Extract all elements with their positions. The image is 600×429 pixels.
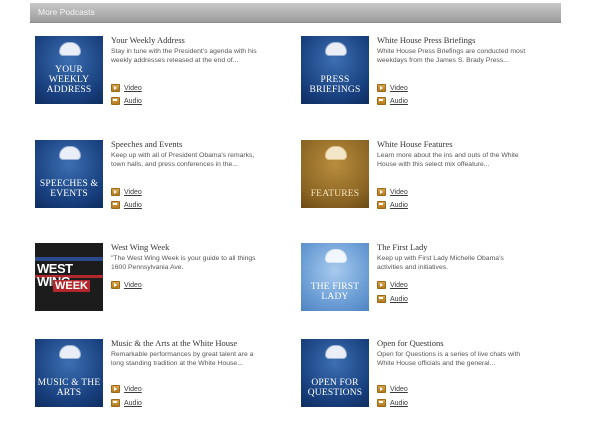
podcast-description: Remarkable performances by great talent … — [111, 351, 254, 367]
podcast-title[interactable]: White House Features — [377, 139, 453, 149]
video-icon — [111, 281, 120, 289]
thumbnail-sublabel: WEEK — [53, 280, 90, 292]
white-house-seal-icon — [59, 146, 81, 160]
weekly-address-thumbnail[interactable]: YOUR WEEKLY ADDRESS — [35, 36, 103, 104]
audio-link[interactable]: Audio — [377, 97, 408, 105]
audio-link-label: Audio — [390, 399, 408, 407]
podcast-description: White House Press Briefings are conducte… — [377, 48, 526, 64]
audio-link[interactable]: Audio — [111, 201, 142, 209]
audio-icon — [111, 399, 120, 407]
video-link-label: Video — [124, 281, 142, 289]
podcast-item-west-wing-week: WEST WING WEEK West Wing Week "The West … — [35, 242, 265, 333]
white-house-seal-icon — [325, 146, 347, 160]
podcast-item-press-briefings: PRESS BRIEFINGS White House Press Briefi… — [301, 35, 531, 126]
podcast-title[interactable]: White House Press Briefings — [377, 35, 475, 45]
video-link[interactable]: Video — [377, 188, 408, 196]
music-arts-thumbnail[interactable]: MUSIC & THE ARTS — [35, 339, 103, 407]
audio-link-label: Audio — [390, 201, 408, 209]
audio-link-label: Audio — [124, 399, 142, 407]
west-wing-week-thumbnail[interactable]: WEST WING WEEK — [35, 243, 103, 311]
thumbnail-label: YOUR WEEKLY ADDRESS — [46, 65, 92, 95]
video-link[interactable]: Video — [377, 385, 408, 393]
thumbnail-label: OPEN FOR QUESTIONS — [307, 378, 363, 398]
podcast-title[interactable]: Speeches and Events — [111, 139, 182, 149]
audio-icon — [377, 295, 386, 303]
podcast-description: Open for Questions is a series of live c… — [377, 351, 521, 367]
audio-icon — [377, 201, 386, 209]
video-link-label: Video — [124, 385, 142, 393]
audio-link[interactable]: Audio — [111, 97, 142, 105]
audio-link-label: Audio — [390, 295, 408, 303]
audio-link[interactable]: Audio — [377, 295, 408, 303]
podcast-description: Keep up with all of President Obama's re… — [111, 152, 255, 168]
podcast-title[interactable]: The First Lady — [377, 242, 428, 252]
thumbnail-label: FEATURES — [310, 189, 360, 199]
white-house-seal-icon — [325, 249, 347, 263]
podcast-item-weekly-address: YOUR WEEKLY ADDRESS Your Weekly Address … — [35, 35, 265, 126]
press-briefings-thumbnail[interactable]: PRESS BRIEFINGS — [301, 36, 369, 104]
video-icon — [377, 281, 386, 289]
podcast-description: "The West Wing Week is your guide to all… — [111, 255, 256, 271]
thumbnail-label: PRESS BRIEFINGS — [309, 75, 361, 95]
video-link-label: Video — [390, 385, 408, 393]
more-podcasts-header: More Podcasts — [30, 3, 561, 23]
audio-icon — [111, 201, 120, 209]
audio-link-label: Audio — [390, 97, 408, 105]
video-icon — [111, 84, 120, 92]
audio-link[interactable]: Audio — [377, 201, 408, 209]
podcast-item-open-for-questions: OPEN FOR QUESTIONS Open for Questions Op… — [301, 338, 531, 429]
podcast-title[interactable]: Music & the Arts at the White House — [111, 338, 237, 348]
podcast-item-music-arts: MUSIC & THE ARTS Music & the Arts at the… — [35, 338, 265, 429]
header-title: More Podcasts — [38, 7, 95, 17]
podcast-item-speeches-events: SPEECHES & EVENTS Speeches and Events Ke… — [35, 139, 265, 230]
video-link[interactable]: Video — [377, 281, 408, 289]
video-link[interactable]: Video — [111, 281, 142, 289]
features-thumbnail[interactable]: FEATURES — [301, 140, 369, 208]
podcast-description: Learn more about the ins and outs of the… — [377, 152, 519, 168]
podcast-item-features: FEATURES White House Features Learn more… — [301, 139, 531, 230]
video-icon — [111, 385, 120, 393]
audio-icon — [377, 399, 386, 407]
white-house-seal-icon — [325, 42, 347, 56]
podcast-description: Keep up with First Lady Michelle Obama's… — [377, 255, 504, 271]
video-icon — [377, 385, 386, 393]
video-link-label: Video — [124, 188, 142, 196]
thumbnail-label: THE FIRST LADY — [310, 282, 360, 302]
white-house-seal-icon — [59, 42, 81, 56]
video-link-label: Video — [390, 84, 408, 92]
podcast-title[interactable]: Your Weekly Address — [111, 35, 185, 45]
video-link-label: Video — [390, 188, 408, 196]
thumbnail-label: MUSIC & THE ARTS — [37, 378, 101, 398]
video-icon — [377, 188, 386, 196]
first-lady-thumbnail[interactable]: THE FIRST LADY — [301, 243, 369, 311]
audio-link[interactable]: Audio — [111, 399, 142, 407]
video-link-label: Video — [390, 281, 408, 289]
audio-link-label: Audio — [124, 201, 142, 209]
open-for-questions-thumbnail[interactable]: OPEN FOR QUESTIONS — [301, 339, 369, 407]
video-icon — [377, 84, 386, 92]
podcast-title[interactable]: Open for Questions — [377, 338, 444, 348]
audio-icon — [111, 97, 120, 105]
white-house-seal-icon — [325, 345, 347, 359]
podcast-item-first-lady: THE FIRST LADY The First Lady Keep up wi… — [301, 242, 531, 333]
video-link-label: Video — [124, 84, 142, 92]
white-house-seal-icon — [59, 345, 81, 359]
video-icon — [111, 188, 120, 196]
speeches-events-thumbnail[interactable]: SPEECHES & EVENTS — [35, 140, 103, 208]
podcast-description: Stay in tune with the President's agenda… — [111, 48, 257, 64]
thumbnail-label: SPEECHES & EVENTS — [39, 179, 99, 199]
video-link[interactable]: Video — [111, 385, 142, 393]
video-link[interactable]: Video — [111, 84, 142, 92]
podcast-title[interactable]: West Wing Week — [111, 242, 169, 252]
video-link[interactable]: Video — [111, 188, 142, 196]
video-link[interactable]: Video — [377, 84, 408, 92]
audio-icon — [377, 97, 386, 105]
audio-link[interactable]: Audio — [377, 399, 408, 407]
audio-link-label: Audio — [124, 97, 142, 105]
